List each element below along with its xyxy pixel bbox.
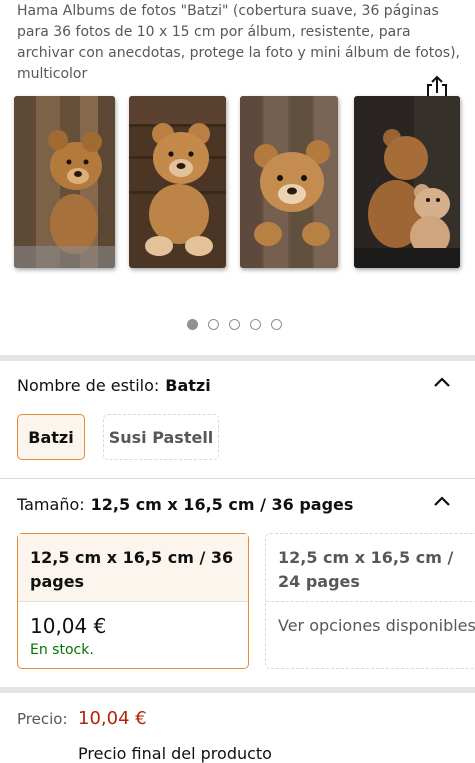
carousel-dot-3[interactable] — [229, 319, 240, 330]
chevron-up-icon[interactable] — [432, 374, 452, 388]
section-divider — [0, 687, 475, 693]
carousel-dot-2[interactable] — [208, 319, 219, 330]
size-option-36-pages[interactable]: 12,5 cm x 16,5 cm / 36 pages 10,04 € En … — [17, 533, 249, 669]
carousel-dots — [187, 319, 282, 330]
style-option-batzi[interactable]: Batzi — [17, 414, 85, 460]
section-divider — [0, 478, 475, 479]
style-selected-value: Batzi — [165, 376, 211, 395]
size-option-price: 10,04 € — [30, 614, 107, 638]
size-option-name: 12,5 cm x 16,5 cm / 36 pages — [18, 534, 248, 602]
size-label: Tamaño: — [17, 495, 85, 514]
album-image-4[interactable] — [354, 96, 460, 268]
size-option-name: 12,5 cm x 16,5 cm / 24 pages — [266, 534, 475, 602]
final-price-note: Precio final del producto — [78, 744, 272, 763]
see-options-link[interactable]: Ver opciones disponibles — [278, 616, 475, 635]
style-option-susi-pastell[interactable]: Susi Pastell — [103, 414, 219, 460]
product-title: Hama Albums de fotos "Batzi" (cobertura … — [17, 3, 460, 82]
product-image-gallery[interactable] — [0, 96, 475, 268]
style-row: Nombre de estilo: Batzi — [17, 376, 211, 395]
stock-status: En stock. — [30, 642, 94, 658]
album-image-1[interactable] — [14, 96, 115, 268]
carousel-dot-1[interactable] — [187, 319, 198, 330]
size-option-24-pages[interactable]: 12,5 cm x 16,5 cm / 24 pages Ver opcione… — [265, 533, 475, 669]
album-image-2[interactable] — [129, 96, 226, 268]
carousel-dot-4[interactable] — [250, 319, 261, 330]
size-row: Tamaño: 12,5 cm x 16,5 cm / 36 pages — [17, 495, 353, 514]
price-value: 10,04 € — [78, 708, 147, 729]
chevron-up-icon[interactable] — [432, 493, 452, 507]
style-label: Nombre de estilo: — [17, 376, 160, 395]
album-image-3[interactable] — [240, 96, 338, 268]
section-divider — [0, 355, 475, 361]
carousel-dot-5[interactable] — [271, 319, 282, 330]
size-selected-value: 12,5 cm x 16,5 cm / 36 pages — [90, 495, 354, 514]
price-label: Precio: — [17, 710, 68, 728]
